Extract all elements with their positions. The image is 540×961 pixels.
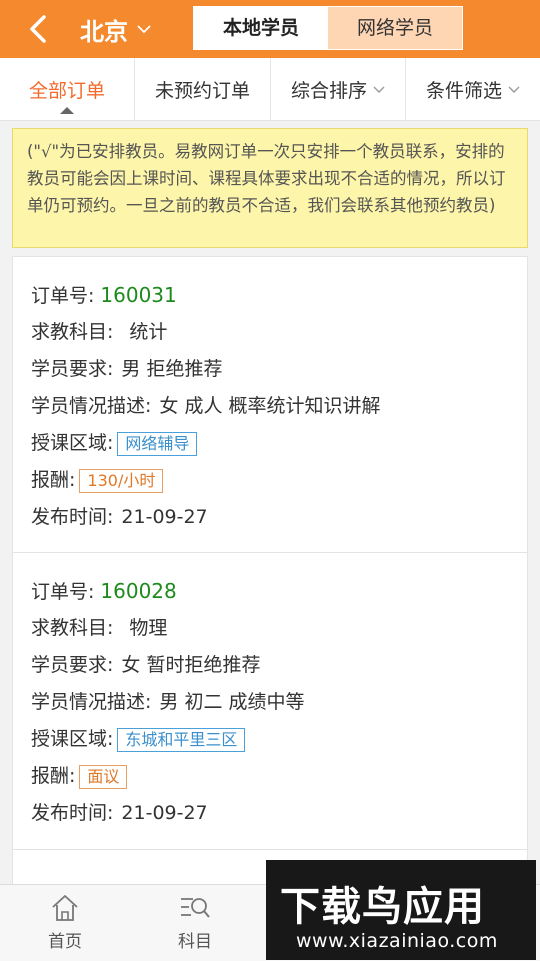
watermark-title: 下载鸟应用 bbox=[280, 884, 485, 930]
requirement-value: 女 暂时拒绝推荐 bbox=[121, 654, 261, 676]
segment-local-students[interactable]: 本地学员 bbox=[194, 7, 328, 49]
order-list: 订单号: 160031 求教科目: 统计 学员要求: 男 拒绝推荐 学员情况描述: 女 … bbox=[12, 256, 528, 890]
description-row: 学员情况描述: 女 成人 概率统计知识讲解 bbox=[31, 388, 509, 425]
requirement-row: 学员要求: 女 暂时拒绝推荐 bbox=[31, 647, 509, 684]
requirement-row: 学员要求: 男 拒绝推荐 bbox=[31, 351, 509, 388]
tab-label: 综合排序 bbox=[290, 79, 367, 102]
description-value: 男 初二 成绩中等 bbox=[159, 691, 305, 713]
watermark-logo: 下载鸟应用 www.xiazainiao.com bbox=[266, 860, 536, 960]
tab-unbooked-orders[interactable]: 未预约订单 bbox=[135, 58, 271, 120]
pay-label: 报酬: bbox=[31, 765, 76, 787]
order-card[interactable]: 订单号: 160028 求教科目: 物理 学员要求: 女 暂时拒绝推荐 学员情况描述:… bbox=[12, 553, 528, 850]
top-bar: 北京 本地学员 网络学员 bbox=[0, 0, 540, 58]
publish-row: 发布时间: 21-09-27 bbox=[31, 795, 509, 832]
subject-row: 求教科目: 物理 bbox=[31, 610, 509, 647]
tab-sort[interactable]: 综合排序 bbox=[271, 58, 406, 120]
area-label: 授课区域: bbox=[31, 432, 114, 454]
subject-value: 物理 bbox=[129, 617, 168, 639]
area-tag: 东城和平里三区 bbox=[117, 727, 246, 752]
pay-row: 报酬: 130/小时 bbox=[31, 462, 509, 499]
description-row: 学员情况描述: 男 初二 成绩中等 bbox=[31, 684, 509, 721]
student-type-segment: 本地学员 网络学员 bbox=[193, 6, 463, 50]
city-label: 北京 bbox=[80, 17, 128, 46]
publish-label: 发布时间: bbox=[31, 802, 114, 824]
order-number-label: 订单号: bbox=[31, 285, 95, 307]
tab-label: 条件筛选 bbox=[425, 79, 502, 102]
active-indicator-icon bbox=[60, 107, 74, 114]
subject-value: 统计 bbox=[129, 321, 168, 343]
tab-filter[interactable]: 条件筛选 bbox=[406, 58, 540, 120]
notice-banner: ("√"为已安排教员。易教网订单一次只安排一个教员联系，安排的教员可能会因上课时… bbox=[12, 128, 528, 248]
pay-label: 报酬: bbox=[31, 469, 76, 491]
subject-search-icon bbox=[181, 898, 210, 918]
publish-date: 21-09-27 bbox=[121, 802, 208, 824]
description-value: 女 成人 概率统计知识讲解 bbox=[159, 395, 381, 417]
tab-label: 未预约订单 bbox=[154, 79, 250, 102]
description-label: 学员情况描述: bbox=[31, 691, 152, 713]
pay-tag: 面议 bbox=[79, 764, 128, 789]
back-arrow-icon[interactable] bbox=[22, 12, 56, 46]
publish-label: 发布时间: bbox=[31, 506, 114, 528]
segment-online-students[interactable]: 网络学员 bbox=[328, 7, 462, 49]
chevron-down-icon bbox=[508, 86, 520, 93]
nav-subject-label: 科目 bbox=[178, 932, 212, 952]
order-number: 160028 bbox=[100, 579, 177, 603]
subject-label: 求教科目: bbox=[31, 321, 114, 343]
subject-row: 求教科目: 统计 bbox=[31, 314, 509, 351]
order-number: 160031 bbox=[100, 283, 177, 307]
description-label: 学员情况描述: bbox=[31, 395, 152, 417]
pay-tag: 130/小时 bbox=[79, 468, 164, 493]
order-number-row: 订单号: 160031 bbox=[31, 277, 509, 314]
nav-home-label: 首页 bbox=[48, 932, 82, 952]
chevron-down-icon bbox=[137, 25, 151, 34]
city-selector[interactable]: 北京 bbox=[80, 12, 152, 46]
pay-row: 报酬: 面议 bbox=[31, 758, 509, 795]
subject-label: 求教科目: bbox=[31, 617, 114, 639]
requirement-value: 男 拒绝推荐 bbox=[121, 358, 223, 380]
order-card[interactable]: 订单号: 160031 求教科目: 统计 学员要求: 男 拒绝推荐 学员情况描述: 女 … bbox=[12, 256, 528, 553]
chevron-down-icon bbox=[373, 86, 385, 93]
tab-label: 全部订单 bbox=[28, 79, 105, 102]
watermark-url: www.xiazainiao.com bbox=[296, 930, 498, 952]
home-icon bbox=[52, 895, 78, 921]
filter-tabs: 全部订单 未预约订单 综合排序 条件筛选 bbox=[0, 58, 540, 121]
area-tag: 网络辅导 bbox=[117, 431, 198, 456]
publish-date: 21-09-27 bbox=[121, 506, 208, 528]
nav-subject[interactable]: 科目 bbox=[155, 893, 235, 952]
nav-home[interactable]: 首页 bbox=[25, 893, 105, 952]
order-number-label: 订单号: bbox=[31, 581, 95, 603]
tab-all-orders[interactable]: 全部订单 bbox=[0, 58, 135, 120]
order-number-row: 订单号: 160028 bbox=[31, 573, 509, 610]
requirement-label: 学员要求: bbox=[31, 358, 114, 380]
area-label: 授课区域: bbox=[31, 728, 114, 750]
publish-row: 发布时间: 21-09-27 bbox=[31, 499, 509, 536]
area-row: 授课区域: 网络辅导 bbox=[31, 425, 509, 462]
area-row: 授课区域: 东城和平里三区 bbox=[31, 721, 509, 758]
requirement-label: 学员要求: bbox=[31, 654, 114, 676]
